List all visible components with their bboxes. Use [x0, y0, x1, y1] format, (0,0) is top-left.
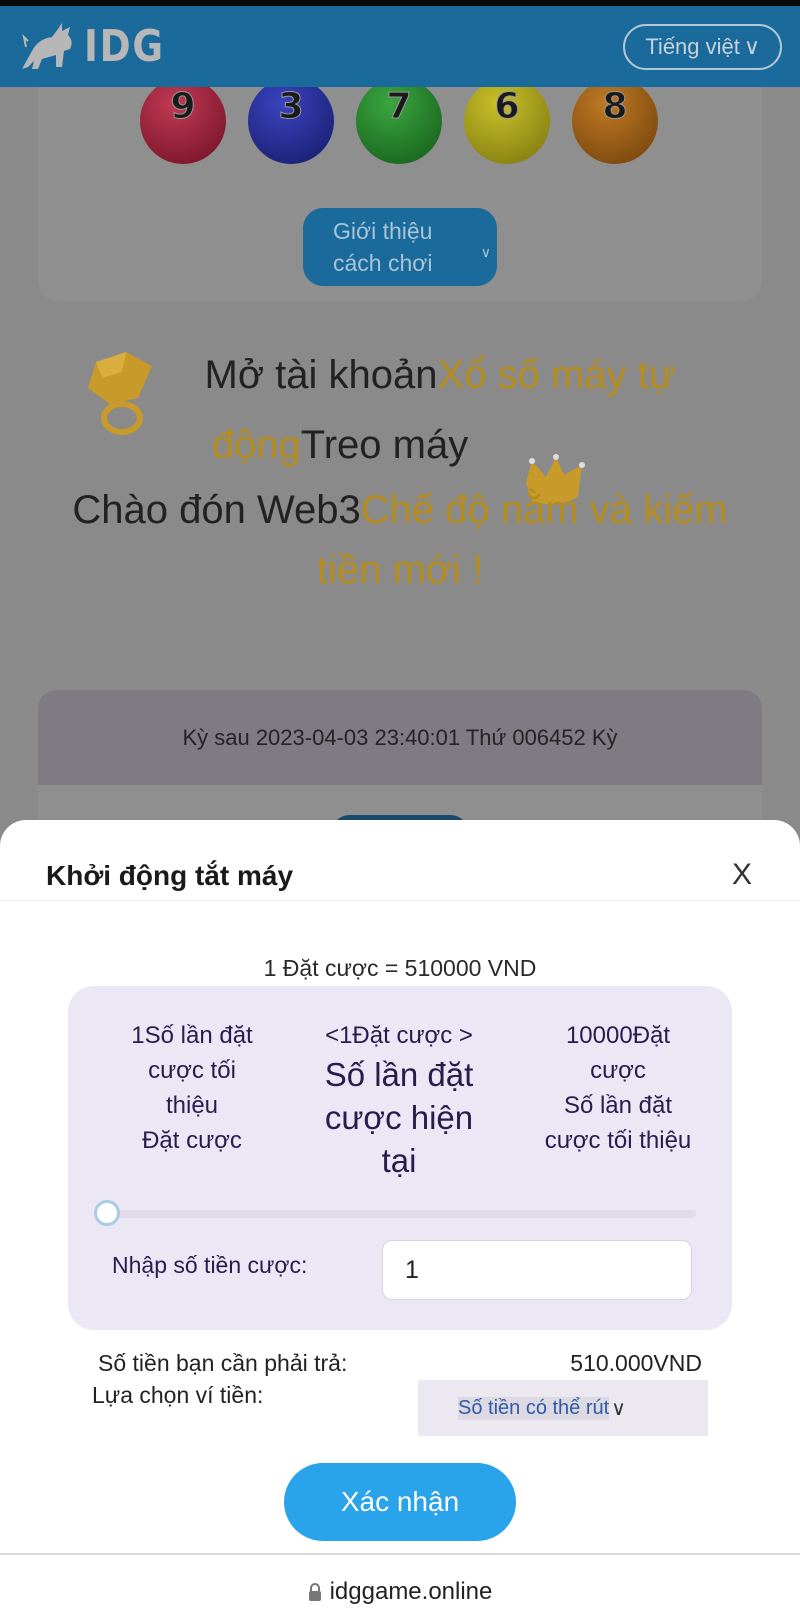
wallet-label: Lựa chọn ví tiền: — [92, 1382, 264, 1408]
promo-text-gold: tiền mới ! — [316, 548, 484, 592]
divider — [0, 1553, 800, 1555]
lock-icon — [308, 1583, 321, 1601]
language-label: Tiếng việt — [645, 33, 740, 59]
promo-text-dark: Chào đón Web3 — [72, 488, 361, 532]
min-bet-line: 1Số lần đặt — [131, 1022, 253, 1049]
result-ball: 6 — [464, 78, 550, 164]
auto-bet-sheet: Khởi động tắt máy X 1 Đặt cược = 510000 … — [0, 820, 800, 1619]
result-balls: 9 3 7 6 8 — [140, 78, 658, 164]
current-bet-line: tại — [381, 1142, 417, 1179]
promo-text-gold: động — [211, 423, 301, 467]
how-to-play-line2: cách chơi — [333, 250, 433, 276]
result-ball: 7 — [356, 78, 442, 164]
min-bet-line: Đặt cược — [142, 1127, 242, 1154]
how-to-play-line1: Giới thiệu — [333, 218, 433, 244]
chevron-down-icon: ∨ — [611, 1397, 626, 1420]
max-bet-line: 10000Đặt — [565, 1022, 671, 1049]
logo-text: IDG — [84, 21, 165, 72]
result-ball: 8 — [572, 78, 658, 164]
promo-text-dark: Treo máy — [300, 423, 469, 467]
app-header: IDG Tiếng việt ∨ — [0, 6, 800, 87]
bull-logo-icon — [22, 22, 72, 69]
bet-count-panel: 1Số lần đặt cược tối thiệu Đặt cược <1Đặ… — [68, 986, 732, 1330]
min-bet-line: thiệu — [165, 1092, 219, 1119]
slider-thumb[interactable] — [94, 1200, 120, 1226]
bet-count-slider[interactable] — [94, 1200, 696, 1226]
url-text: idggame.online — [329, 1578, 493, 1605]
min-bet-line: cược tối — [148, 1057, 236, 1084]
min-bet-column: 1Số lần đặt cược tối thiệu Đặt cược — [108, 1018, 276, 1158]
payment-label: Số tiền bạn cần phải trả: — [98, 1350, 348, 1376]
current-bet-value: <1Đặt cược > — [325, 1022, 473, 1049]
result-ball: 3 — [248, 78, 334, 164]
promo-text-dark: Mở tài khoản — [204, 353, 438, 397]
divider — [0, 900, 800, 901]
language-selector[interactable]: Tiếng việt ∨ — [623, 23, 782, 70]
bet-amount-input[interactable] — [382, 1240, 692, 1300]
current-bet-line: cược hiện — [324, 1099, 474, 1136]
sheet-title: Khởi động tắt máy — [46, 860, 294, 891]
chevron-down-icon: ∨ — [743, 33, 760, 59]
result-ball: 9 — [140, 78, 226, 164]
promo-text-gold: Chế độ nằm và kiếm — [360, 488, 728, 532]
wallet-select[interactable]: Số tiền có thể rút ∨ — [418, 1380, 708, 1436]
wallet-selected-value: Số tiền có thể rút — [458, 1396, 610, 1420]
next-period-text: Kỳ sau 2023-04-03 23:40:01 Thứ 006452 Kỳ — [182, 724, 618, 750]
browser-address-bar[interactable]: idggame.online — [0, 1578, 800, 1606]
logo[interactable]: IDG — [18, 21, 179, 73]
payment-value: 510.000VND — [570, 1350, 702, 1376]
current-bet-column: <1Đặt cược > Số lần đặt cược hiện tại — [294, 1018, 504, 1182]
max-bet-line: cược — [590, 1057, 646, 1084]
max-bet-line: cược tối thiệu — [544, 1127, 692, 1154]
promo-banner: Mở tài khoảnXổ số máy tự độngTreo máy Ch… — [0, 340, 800, 600]
bet-amount-label: Nhập số tiền cược: — [112, 1252, 308, 1278]
confirm-button[interactable]: Xác nhận — [284, 1463, 516, 1541]
next-period-card: Kỳ sau 2023-04-03 23:40:01 Thứ 006452 Kỳ — [38, 690, 762, 785]
max-bet-line: Số lần đặt — [563, 1092, 673, 1119]
how-to-play-button[interactable]: Giới thiệu cách chơi ∨ — [303, 208, 497, 286]
bet-rate-text: 1 Đặt cược = 510000 VND — [263, 955, 537, 981]
chevron-down-icon: ∨ — [480, 244, 491, 260]
current-bet-line: Số lần đặt — [324, 1056, 474, 1093]
promo-text-gold: Xổ số máy tự — [437, 353, 676, 397]
close-icon[interactable]: X — [732, 858, 752, 892]
max-bet-column: 10000Đặt cược Số lần đặt cược tối thiệu — [518, 1018, 718, 1158]
